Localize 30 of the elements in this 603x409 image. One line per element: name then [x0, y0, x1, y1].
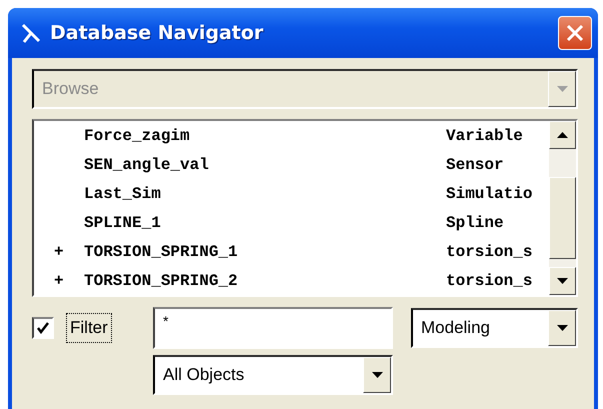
- close-button[interactable]: [558, 16, 592, 50]
- close-icon: [566, 24, 584, 42]
- scroll-down-icon: [557, 278, 568, 284]
- expand-toggle[interactable]: +: [54, 272, 64, 290]
- filter-field[interactable]: *: [153, 307, 393, 349]
- object-type: Variable: [446, 127, 523, 146]
- object-type: Sensor: [446, 156, 504, 174]
- expand-toggle[interactable]: +: [54, 242, 64, 261]
- category-dropdown[interactable]: Modeling: [411, 308, 578, 348]
- object-name[interactable]: Force_zagim: [84, 127, 190, 146]
- dropdown-arrow-icon: [556, 325, 568, 331]
- filter-label[interactable]: Filter: [66, 313, 112, 343]
- objects-dropdown[interactable]: All Objects: [153, 355, 393, 395]
- object-type: Simulatio: [446, 185, 532, 204]
- object-name[interactable]: Last_Sim: [84, 185, 161, 204]
- object-name[interactable]: TORSION_SPRING_1: [84, 242, 238, 261]
- object-type: torsion_s: [446, 242, 532, 261]
- scrollbar[interactable]: [549, 121, 576, 295]
- dropdown-arrow-icon: [372, 372, 382, 378]
- filter-checkbox[interactable]: [32, 317, 54, 339]
- object-type: Spline: [446, 214, 504, 232]
- object-name[interactable]: SPLINE_1: [84, 214, 161, 232]
- checkmark-icon: [37, 322, 49, 334]
- object-type: torsion_s: [446, 272, 532, 290]
- scroll-up-icon: [557, 132, 568, 138]
- tool-icon: [20, 22, 42, 44]
- object-name[interactable]: SEN_angle_val: [84, 156, 209, 174]
- object-name[interactable]: TORSION_SPRING_2: [84, 272, 238, 290]
- dropdown-arrow-icon: [556, 86, 568, 92]
- window-title: Database Navigator: [50, 22, 264, 44]
